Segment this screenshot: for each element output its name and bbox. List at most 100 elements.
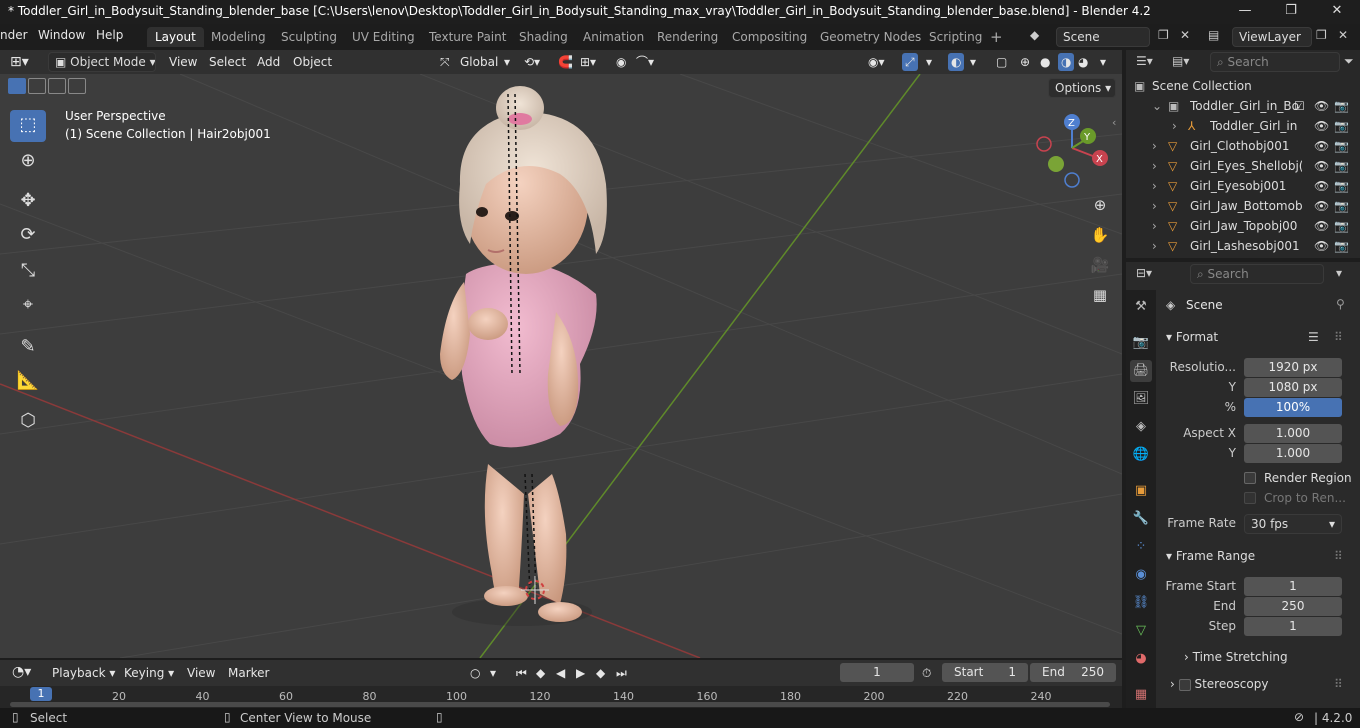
keying-menu[interactable]: Keying ▾ [124,664,174,682]
outliner-root[interactable]: ▣ Scene Collection [1126,76,1360,96]
pivot-icon[interactable]: ⟲▾ [524,53,540,71]
properties-search-input[interactable]: ⌕ Search [1190,264,1324,284]
sidebar-toggle-icon[interactable]: ‹ [1112,116,1116,129]
properties-editor-icon[interactable]: ⊟▾ [1136,266,1152,280]
world-tab-icon[interactable]: 🌐 [1130,444,1152,466]
xray-icon[interactable]: ▢ [996,53,1007,71]
frame-end-field[interactable]: 250 [1244,597,1342,616]
tab-compositing[interactable]: Compositing [724,27,815,47]
scale-tool-icon[interactable]: ⤡ [10,256,46,288]
camera-render-icon[interactable]: 📷 [1334,116,1349,136]
resolution-x-field[interactable]: 1920 px [1244,358,1342,377]
ortho-grid-icon[interactable]: ▦ [1087,282,1113,308]
minimize-button[interactable]: — [1222,0,1268,24]
resolution-percent-slider[interactable]: 100% [1244,398,1342,417]
tab-shading[interactable]: Shading [511,27,576,47]
outliner-row[interactable]: › ▽ Girl_Eyes_Shellobj(👁 📷 [1126,156,1360,176]
tab-layout[interactable]: Layout [147,27,204,47]
close-button[interactable]: ✕ [1314,0,1360,24]
menu-render[interactable]: nder [0,28,28,42]
delete-viewlayer-icon[interactable]: ✕ [1338,28,1348,42]
menu-add[interactable]: Add [257,53,280,71]
render-region-checkbox[interactable] [1244,472,1256,484]
output-tab-icon[interactable]: 🖨 [1130,360,1152,382]
delete-scene-icon[interactable]: ✕ [1180,28,1190,42]
outliner-row[interactable]: › ▽ Girl_Clothobj001 👁 📷 [1126,136,1360,156]
expand-arrow-icon[interactable]: › [1152,216,1157,236]
overlays-icon[interactable]: ◐ [948,53,965,71]
tab-rendering[interactable]: Rendering [649,27,726,47]
tab-uv-editing[interactable]: UV Editing [344,27,423,47]
playback-menu[interactable]: Playback ▾ [52,664,115,682]
outliner-editor-icon[interactable]: ☰▾ [1136,54,1153,68]
view-layer-tab-icon[interactable]: 🖼 [1130,388,1152,410]
presets-icon[interactable]: ☰ [1308,330,1319,344]
aspect-x-field[interactable]: 1.000 [1244,424,1342,443]
measure-tool-icon[interactable]: 📐 [10,366,46,398]
marker-menu[interactable]: Marker [228,664,269,682]
timeline-scrollbar[interactable] [10,702,1110,707]
scene-selector[interactable]: Scene [1056,27,1150,47]
new-viewlayer-icon[interactable]: ❐ [1316,28,1327,42]
select-subtract-icon[interactable] [48,78,66,94]
camera-icon[interactable]: 🎥 [1087,252,1113,278]
select-box-tool-icon[interactable]: ⬚ [10,110,46,142]
texture-tab-icon[interactable]: ▦ [1130,684,1152,706]
orientation-icon[interactable]: ⤧ [440,53,450,71]
object-tab-icon[interactable]: ▣ [1130,480,1152,502]
camera-render-icon[interactable]: 📷 [1334,136,1349,156]
record-dropdown-icon[interactable]: ▾ [490,664,496,682]
expand-arrow-icon[interactable]: › [1152,176,1157,196]
add-workspace-button[interactable]: + [990,28,1003,46]
move-tool-icon[interactable]: ✥ [10,186,46,218]
stereoscopy-checkbox[interactable] [1178,678,1191,691]
record-icon[interactable]: ○ [470,664,480,682]
crop-checkbox[interactable] [1244,492,1256,504]
select-extend-icon[interactable] [28,78,46,94]
expand-arrow-icon[interactable]: › [1152,196,1157,216]
playhead[interactable]: 1 [30,687,52,701]
particles-tab-icon[interactable]: ⁘ [1130,536,1152,558]
proportional-edit-icon[interactable]: ◉ [616,53,626,71]
3d-viewport[interactable]: Z Y X User Perspective (1) Scene Collect… [0,74,1122,658]
modifier-tab-icon[interactable]: 🔧 [1130,508,1152,530]
options-dropdown[interactable]: Options ▾ [1048,78,1116,98]
expand-arrow-icon[interactable]: › [1152,136,1157,156]
cursor-tool-icon[interactable]: ⊕ [10,146,46,178]
outliner-row[interactable]: › ▽ Girl_Lashesobj001 👁 📷 [1126,236,1360,256]
frame-start-field[interactable]: 1 [1244,577,1342,596]
viewlayer-selector[interactable]: ViewLayer [1232,27,1312,47]
format-panel-header[interactable]: ▾ Format [1166,330,1218,344]
outliner-row[interactable]: › ▽ Girl_Jaw_Topobj00 👁 📷 [1126,216,1360,236]
eye-icon[interactable]: 👁 [1314,96,1329,116]
tab-animation[interactable]: Animation [575,27,652,47]
material-shading-icon[interactable]: ◑ [1058,53,1075,71]
data-tab-icon[interactable]: ▽ [1130,620,1152,642]
jump-start-icon[interactable]: ⏮ [516,664,527,682]
next-keyframe-icon[interactable]: ◆ [596,664,605,682]
render-tab-icon[interactable]: 📷 [1130,332,1152,354]
play-reverse-icon[interactable]: ◀ [556,664,565,682]
outliner-row[interactable]: › ⅄ Toddler_Girl_in 👁 📷 [1126,116,1360,136]
tab-geometry-nodes[interactable]: Geometry Nodes [812,27,929,47]
solid-shading-icon[interactable]: ● [1040,53,1050,71]
frame-range-panel-header[interactable]: ▾ Frame Range [1166,549,1255,563]
select-intersect-icon[interactable] [68,78,86,94]
timeline-editor-icon[interactable]: ◔▾ [12,663,31,681]
time-stretching-header[interactable]: › Time Stretching [1184,650,1288,664]
rendered-shading-icon[interactable]: ◕ [1078,53,1088,71]
pin-icon[interactable]: ⚲ [1336,297,1345,311]
frame-rate-dropdown[interactable]: 30 fps ▾ [1244,514,1342,534]
menu-view[interactable]: View [169,53,197,71]
scene-icon[interactable]: ◆ [1030,28,1039,42]
eye-icon[interactable]: 👁 [1314,156,1329,176]
camera-render-icon[interactable]: 📷 [1334,196,1349,216]
camera-render-icon[interactable]: 📷 [1334,236,1349,256]
outliner-search-input[interactable]: ⌕ Search [1210,52,1340,72]
snap-icon[interactable]: 🧲 [558,53,573,71]
physics-tab-icon[interactable]: ◉ [1130,564,1152,586]
constraints-tab-icon[interactable]: ⛓ [1130,592,1152,614]
jump-end-icon[interactable]: ⏭ [616,664,627,682]
annotate-tool-icon[interactable]: ✎ [10,332,46,364]
camera-render-icon[interactable]: 📷 [1334,156,1349,176]
